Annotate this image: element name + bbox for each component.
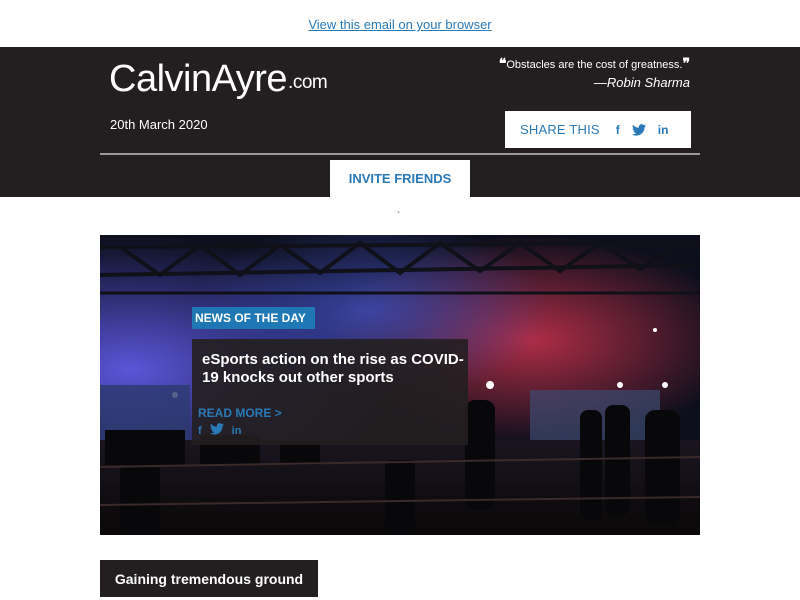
linkedin-icon[interactable]: in — [658, 123, 669, 137]
twitter-icon[interactable] — [209, 423, 224, 438]
view-in-browser-bar: View this email on your browser — [0, 17, 800, 32]
facebook-icon[interactable]: f — [616, 123, 620, 137]
stray-tick-mark: ` — [397, 211, 401, 222]
view-in-browser-link[interactable]: View this email on your browser — [308, 17, 491, 32]
share-this-label: SHARE THIS — [520, 122, 600, 137]
issue-date: 20th March 2020 — [110, 117, 208, 132]
quote-close-icon: ❞ — [682, 56, 690, 72]
header-quote: ❝Obstacles are the cost of greatness.❞ —… — [499, 56, 690, 91]
news-of-the-day-tag: NEWS OF THE DAY — [192, 307, 315, 329]
email-header: CalvinAyre.com ❝Obstacles are the cost o… — [0, 47, 800, 197]
quote-text: Obstacles are the cost of greatness. — [506, 59, 683, 71]
logo-main: CalvinAyre — [109, 58, 288, 100]
read-more-link[interactable]: READ MORE > — [198, 406, 282, 420]
linkedin-icon[interactable]: in — [232, 425, 242, 437]
facebook-icon[interactable]: f — [198, 425, 202, 437]
news-card: eSports action on the rise as COVID-19 k… — [192, 339, 468, 445]
calvinayre-logo[interactable]: CalvinAyre.com — [109, 57, 328, 101]
header-divider — [100, 153, 700, 155]
share-this-box: SHARE THIS f in — [505, 111, 691, 148]
quote-author: —Robin Sharma — [593, 75, 690, 90]
news-title[interactable]: eSports action on the rise as COVID-19 k… — [202, 351, 464, 387]
section-heading-button[interactable]: Gaining tremendous ground — [100, 560, 318, 597]
twitter-icon[interactable] — [631, 123, 646, 136]
logo-suffix: .com — [288, 72, 328, 93]
invite-friends-tab[interactable]: INVITE FRIENDS — [330, 160, 470, 197]
news-card-social: f in — [198, 423, 241, 438]
